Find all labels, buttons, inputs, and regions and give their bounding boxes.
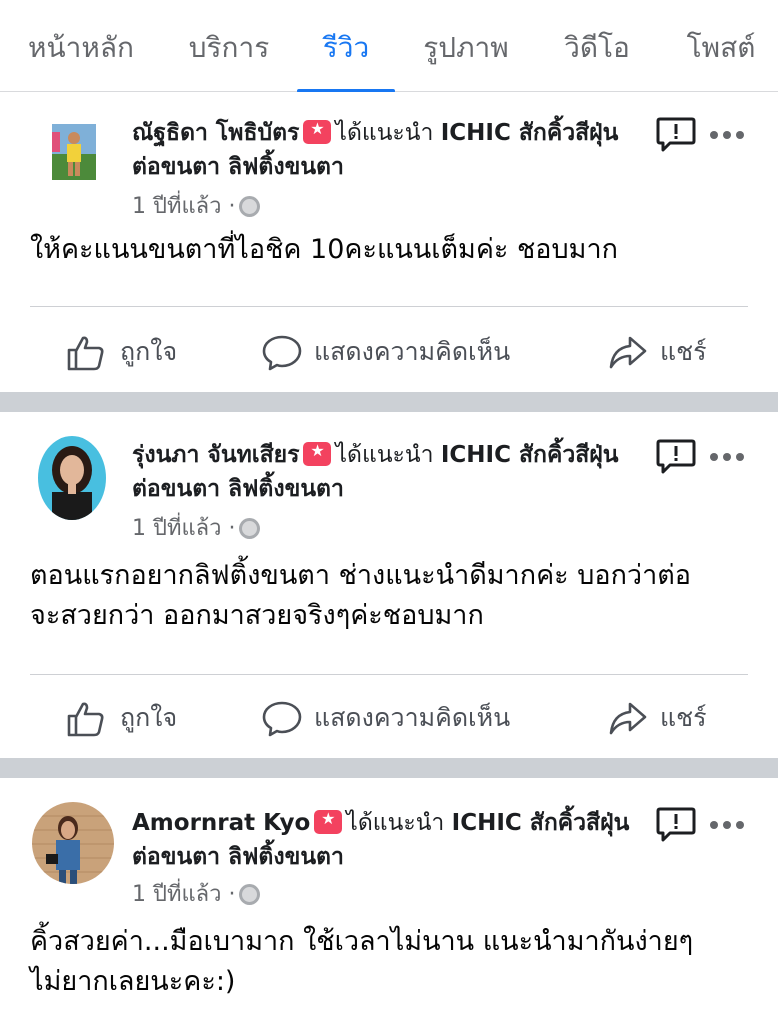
report-icon <box>656 117 696 152</box>
post-divider <box>0 392 778 412</box>
timestamp[interactable]: 1 ปีที่แล้ว · <box>132 516 235 541</box>
tab-posts-label: โพสต์ <box>686 31 756 64</box>
tab-photos[interactable]: รูปภาพ <box>412 0 520 92</box>
share-button[interactable]: แชร์ <box>608 330 718 374</box>
tab-photos-label: รูปภาพ <box>423 31 509 64</box>
globe-icon <box>239 518 261 539</box>
post-separator <box>30 674 748 675</box>
more-dot-icon <box>723 131 731 139</box>
thumbs-up-icon <box>67 702 104 737</box>
review-text: ตอนแรกอยากลิฟติ้งขนตา ช่างแนะนำดีมากค่ะ … <box>30 560 691 631</box>
tab-posts[interactable]: โพสต์ <box>676 0 766 92</box>
post-meta: 1 ปีที่แล้ว · <box>132 514 261 544</box>
like-label: ถูกใจ <box>120 337 178 366</box>
review-text: คิ้วสวยค่า...มือเบามาก ใช้เวลาไม่นาน แนะ… <box>30 926 694 997</box>
post-header: Amornrat Kyoได้แนะนำ ICHIC สักคิ้วสีฝุ่น… <box>132 804 642 874</box>
more-options-button[interactable] <box>708 818 746 832</box>
review-post: ณัฐธิดา โพธิบัตรได้แนะนำ ICHIC สักคิ้วสี… <box>0 92 778 392</box>
avatar[interactable] <box>52 124 96 180</box>
more-dot-icon <box>736 821 744 829</box>
more-dot-icon <box>710 821 718 829</box>
tab-reviews[interactable]: รีวิว <box>297 0 395 93</box>
more-dot-icon <box>736 453 744 461</box>
comment-label: แสดงความคิดเห็น <box>314 337 511 366</box>
more-dot-icon <box>710 453 718 461</box>
more-dot-icon <box>723 821 731 829</box>
more-dot-icon <box>736 131 744 139</box>
share-icon <box>609 702 647 735</box>
recommend-icon <box>303 436 332 466</box>
post-header: ณัฐธิดา โพธิบัตรได้แนะนำ ICHIC สักคิ้วสี… <box>132 114 632 184</box>
recommend-verb: ได้แนะนำ <box>346 810 445 836</box>
recommend-icon <box>303 114 332 144</box>
avatar[interactable] <box>32 802 114 884</box>
thumbs-up-icon <box>67 336 104 371</box>
more-dot-icon <box>710 131 718 139</box>
like-label: ถูกใจ <box>120 703 178 732</box>
post-meta: 1 ปีที่แล้ว · <box>132 192 261 222</box>
report-icon <box>656 807 696 842</box>
share-label: แชร์ <box>660 703 707 732</box>
review-post: รุ่งนภา จันทเสียรได้แนะนำ ICHIC สักคิ้วส… <box>0 412 778 758</box>
avatar[interactable] <box>38 436 106 520</box>
page-tab-bar: หน้าหลัก บริการ รีวิว รูปภาพ วิดีโอ โพสต… <box>0 0 778 93</box>
post-header: รุ่งนภา จันทเสียรได้แนะนำ ICHIC สักคิ้วส… <box>132 436 632 506</box>
more-options-button[interactable] <box>708 128 746 142</box>
report-button[interactable] <box>656 438 696 476</box>
timestamp[interactable]: 1 ปีที่แล้ว · <box>132 194 235 219</box>
review-text: ให้คะแนนขนตาที่ไอชิค 10คะแนนเต็มค่ะ ชอบม… <box>30 234 618 265</box>
tab-home-label: หน้าหลัก <box>28 31 134 64</box>
more-dot-icon <box>723 453 731 461</box>
more-options-button[interactable] <box>708 450 746 464</box>
author-name[interactable]: Amornrat Kyo <box>132 810 310 836</box>
like-button[interactable]: ถูกใจ <box>66 696 196 740</box>
like-button[interactable]: ถูกใจ <box>66 330 196 374</box>
tab-videos[interactable]: วิดีโอ <box>548 0 646 92</box>
recommend-icon <box>314 804 343 834</box>
post-meta: 1 ปีที่แล้ว · <box>132 880 261 910</box>
tab-services[interactable]: บริการ <box>176 0 282 92</box>
comment-button[interactable]: แสดงความคิดเห็น <box>262 696 534 740</box>
recommend-verb: ได้แนะนำ <box>335 442 434 468</box>
timestamp[interactable]: 1 ปีที่แล้ว · <box>132 882 235 907</box>
globe-icon <box>239 196 261 217</box>
tab-videos-label: วิดีโอ <box>564 31 630 64</box>
report-button[interactable] <box>656 116 696 154</box>
tab-services-label: บริการ <box>188 31 270 64</box>
report-button[interactable] <box>656 806 696 844</box>
review-post: Amornrat Kyoได้แนะนำ ICHIC สักคิ้วสีฝุ่น… <box>0 778 778 1024</box>
author-name[interactable]: รุ่งนภา จันทเสียร <box>132 442 299 468</box>
author-name[interactable]: ณัฐธิดา โพธิบัตร <box>132 120 299 146</box>
comment-icon <box>262 701 302 737</box>
tab-reviews-label: รีวิว <box>322 31 370 64</box>
globe-icon <box>239 884 261 905</box>
share-label: แชร์ <box>660 337 707 366</box>
share-button[interactable]: แชร์ <box>608 696 718 740</box>
report-icon <box>656 439 696 474</box>
share-icon <box>609 336 647 369</box>
post-separator <box>30 306 748 307</box>
tab-home[interactable]: หน้าหลัก <box>14 0 148 92</box>
recommend-verb: ได้แนะนำ <box>335 120 434 146</box>
comment-icon <box>262 335 302 371</box>
post-divider <box>0 758 778 778</box>
comment-label: แสดงความคิดเห็น <box>314 703 511 732</box>
comment-button[interactable]: แสดงความคิดเห็น <box>262 330 534 374</box>
